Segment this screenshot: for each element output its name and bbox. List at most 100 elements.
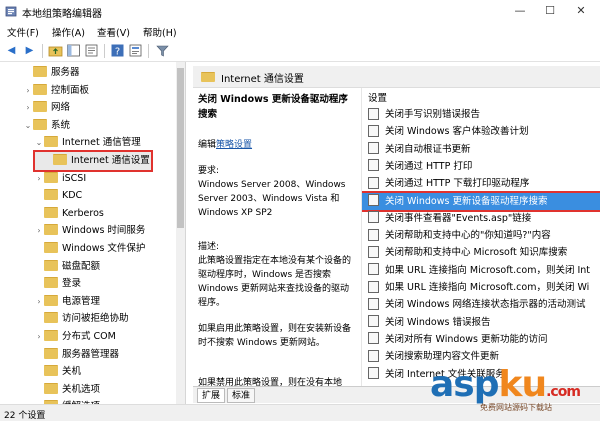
folder-icon <box>44 294 58 306</box>
toolbar: ◀ ▶ ? <box>0 40 600 62</box>
tree-node[interactable]: 登录 <box>0 275 175 293</box>
tab-standard[interactable]: 标准 <box>227 388 256 403</box>
tree-scrollbar-thumb[interactable] <box>177 68 184 228</box>
description-label: 描述: <box>198 242 220 252</box>
tree-node[interactable]: 关机选项 <box>0 381 175 399</box>
tree-node[interactable]: ⌄ Internet 通信管理 <box>0 134 175 152</box>
tree-node-label: 控制面板 <box>51 84 90 96</box>
tree-node[interactable]: Windows 文件保护 <box>0 240 175 258</box>
tree-pane: 服务器 › 控制面板 › 网络 ⌄ 系统 ⌄ Internet 通信管理 Internet 通信设… <box>0 62 186 404</box>
tree-node[interactable]: Internet 通信设置 <box>33 150 153 172</box>
up-folder-icon[interactable] <box>48 43 63 58</box>
tree-node-label: iSCSI <box>62 172 87 184</box>
watermark-logo: aspku.com <box>430 364 581 405</box>
tree-node-label: 磁盘配额 <box>62 260 101 272</box>
folder-icon <box>44 347 58 359</box>
menu-view[interactable]: 查看(V) <box>97 25 130 39</box>
setting-label: 关闭 Windows 更新设备驱动程序搜索 <box>385 195 548 207</box>
chevron-down-icon[interactable]: ⌄ <box>34 134 44 152</box>
chevron-right-icon[interactable]: › <box>34 222 44 240</box>
tree-node-label: Windows 时间服务 <box>62 225 146 237</box>
show-tree-icon[interactable] <box>66 43 81 58</box>
svg-text:?: ? <box>115 47 120 58</box>
policy-title: 关闭 Windows 更新设备驱动程序搜索 <box>198 94 348 120</box>
setting-row[interactable]: 关闭帮助和支持中心的"你知道吗?"内容 <box>362 227 600 244</box>
tree-node[interactable]: 访问被拒绝协助 <box>0 310 175 328</box>
chevron-down-icon[interactable]: ⌄ <box>23 117 33 135</box>
menu-help[interactable]: 帮助(H) <box>143 25 177 39</box>
folder-icon <box>33 118 47 130</box>
setting-row[interactable]: 关闭对所有 Windows 更新功能的访问 <box>362 331 600 348</box>
tree-node-label: 登录 <box>62 278 82 290</box>
back-icon[interactable]: ◀ <box>4 43 19 58</box>
tree-node[interactable]: 服务器 <box>0 64 175 82</box>
policy-setting-icon <box>368 315 379 328</box>
menu-file[interactable]: 文件(F) <box>7 25 39 39</box>
properties-icon[interactable] <box>128 43 143 58</box>
policy-setting-icon <box>368 211 379 224</box>
setting-label: 关闭通过 HTTP 下载打印驱动程序 <box>385 178 530 190</box>
setting-row[interactable]: 关闭自动根证书更新 <box>362 141 600 158</box>
app-icon <box>5 6 17 17</box>
tree-node[interactable]: 服务器管理器 <box>0 346 175 364</box>
maximize-button[interactable]: ☐ <box>535 0 565 22</box>
tree-node-label: 关机 <box>62 366 82 378</box>
help-icon[interactable]: ? <box>110 43 125 58</box>
policy-setting-icon <box>368 245 379 258</box>
tree-node[interactable]: › 网络 <box>0 99 175 117</box>
tree-node[interactable]: › 控制面板 <box>0 82 175 100</box>
edit-policy-link[interactable]: 策略设置 <box>216 140 252 150</box>
tree-node[interactable]: KDC <box>0 187 175 205</box>
setting-row[interactable]: 关闭手写识别错误报告 <box>362 106 600 123</box>
tree-scrollbar[interactable] <box>176 62 185 404</box>
setting-row[interactable]: 关闭 Windows 错误报告 <box>362 314 600 331</box>
edit-policy-line: 编辑策略设置 <box>198 138 252 152</box>
setting-row[interactable]: 如果 URL 连接指向 Microsoft.com，则关闭 Int <box>362 262 600 279</box>
setting-row[interactable]: 关闭 Windows 网络连接状态指示器的活动测试 <box>362 296 600 313</box>
menu-action[interactable]: 操作(A) <box>52 25 85 39</box>
details-header: Internet 通信设置 <box>193 66 600 88</box>
chevron-right-icon[interactable]: › <box>34 328 44 346</box>
chevron-right-icon[interactable]: › <box>23 82 33 100</box>
chevron-right-icon[interactable]: › <box>23 99 33 117</box>
toolbar-separator <box>104 44 105 58</box>
chevron-right-icon[interactable]: › <box>34 293 44 311</box>
edit-prefix: 编辑 <box>198 140 217 150</box>
setting-row[interactable]: 关闭 Windows 更新设备驱动程序搜索 <box>362 190 600 212</box>
setting-row[interactable]: 如果 URL 连接指向 Microsoft.com，则关闭 Wi <box>362 279 600 296</box>
policy-setting-icon <box>368 176 379 189</box>
tree-node-label: 系统 <box>51 119 71 131</box>
setting-label: 关闭帮助和支持中心的"你知道吗?"内容 <box>385 230 551 242</box>
filter-icon[interactable] <box>155 43 170 58</box>
tree-node[interactable]: › Windows 时间服务 <box>0 222 175 240</box>
policy-setting-icon <box>368 280 379 293</box>
setting-row[interactable]: 关闭通过 HTTP 下载打印驱动程序 <box>362 175 600 192</box>
setting-row[interactable]: 关闭 Windows 客户体验改善计划 <box>362 123 600 140</box>
tree-node-label: 分布式 COM <box>62 330 116 342</box>
tree-node[interactable]: › iSCSI <box>0 170 175 188</box>
setting-row[interactable]: 关闭帮助和支持中心 Microsoft 知识库搜索 <box>362 244 600 261</box>
policy-setting-icon <box>368 107 379 120</box>
tree-node[interactable]: 关机 <box>0 363 175 381</box>
setting-label: 关闭帮助和支持中心 Microsoft 知识库搜索 <box>385 247 568 259</box>
setting-row[interactable]: 关闭搜索助理内容文件更新 <box>362 348 600 365</box>
tree-node[interactable]: 磁盘配额 <box>0 258 175 276</box>
tree-node[interactable]: Kerberos <box>0 205 175 223</box>
forward-icon[interactable]: ▶ <box>22 43 37 58</box>
tree-node[interactable]: › 分布式 COM <box>0 328 175 346</box>
setting-row[interactable]: 关闭事件查看器"Events.asp"链接 <box>362 210 600 227</box>
tab-extended[interactable]: 扩展 <box>197 388 226 403</box>
close-button[interactable]: ✕ <box>566 0 596 22</box>
tree-node-label: 服务器管理器 <box>62 348 120 360</box>
folder-icon <box>44 241 58 253</box>
setting-label: 关闭 Windows 客户体验改善计划 <box>385 126 529 138</box>
tree-node[interactable]: ⌄ 系统 <box>0 117 175 135</box>
setting-label: 关闭事件查看器"Events.asp"链接 <box>385 212 532 224</box>
settings-column-header[interactable]: 设置 <box>368 90 387 104</box>
tree-node[interactable]: › 电源管理 <box>0 293 175 311</box>
export-list-icon[interactable] <box>84 43 99 58</box>
minimize-button[interactable]: — <box>505 0 535 22</box>
chevron-right-icon[interactable]: › <box>34 170 44 188</box>
setting-row[interactable]: 关闭通过 HTTP 打印 <box>362 158 600 175</box>
tree-node-label: Windows 文件保护 <box>62 242 146 254</box>
